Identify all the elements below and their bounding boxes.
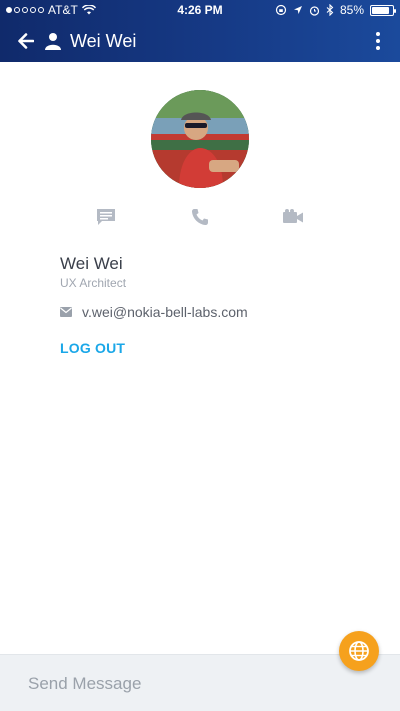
message-composer — [0, 654, 400, 711]
contact-name: Wei Wei — [60, 254, 123, 273]
contact-role: UX Architect — [60, 276, 127, 290]
signal-strength-icon — [6, 7, 44, 13]
app-bar: Wei Wei — [0, 20, 400, 62]
person-icon — [45, 33, 61, 50]
back-button[interactable] — [8, 20, 44, 62]
status-bar: AT&T 4:26 PM 85% — [0, 0, 400, 20]
location-icon — [293, 6, 302, 14]
battery-level — [372, 6, 389, 14]
video-icon — [283, 209, 303, 223]
carrier-label: AT&T — [48, 3, 78, 17]
battery-icon — [370, 4, 396, 16]
contact-actions — [0, 205, 400, 229]
alarm-icon — [309, 5, 320, 16]
page-title: Wei Wei — [70, 30, 137, 51]
more-vertical-icon — [376, 32, 380, 36]
status-right: 85% — [275, 3, 396, 17]
contact-email[interactable]: v.wei@nokia-bell-labs.com — [82, 304, 248, 320]
logout-button[interactable]: LOG OUT — [60, 340, 125, 356]
send-message-input[interactable] — [28, 672, 368, 696]
bluetooth-icon — [326, 4, 334, 16]
video-call-button[interactable] — [281, 205, 305, 229]
globe-button[interactable] — [339, 631, 379, 671]
email-row: v.wei@nokia-bell-labs.com — [60, 304, 248, 320]
battery-percentage: 85% — [339, 3, 364, 17]
top-bar: AT&T 4:26 PM 85% Wei Wei — [0, 0, 400, 62]
wifi-icon — [81, 5, 96, 15]
avatar — [151, 90, 249, 188]
message-button[interactable] — [94, 205, 118, 229]
email-icon — [60, 307, 72, 317]
rotation-lock-icon — [275, 4, 287, 16]
arrow-left-icon — [18, 33, 34, 49]
phone-icon — [192, 209, 208, 225]
chat-icon — [97, 209, 115, 225]
more-options-button[interactable] — [366, 28, 390, 54]
globe-icon — [349, 641, 369, 661]
call-button[interactable] — [188, 205, 212, 229]
status-left: AT&T — [6, 3, 96, 17]
